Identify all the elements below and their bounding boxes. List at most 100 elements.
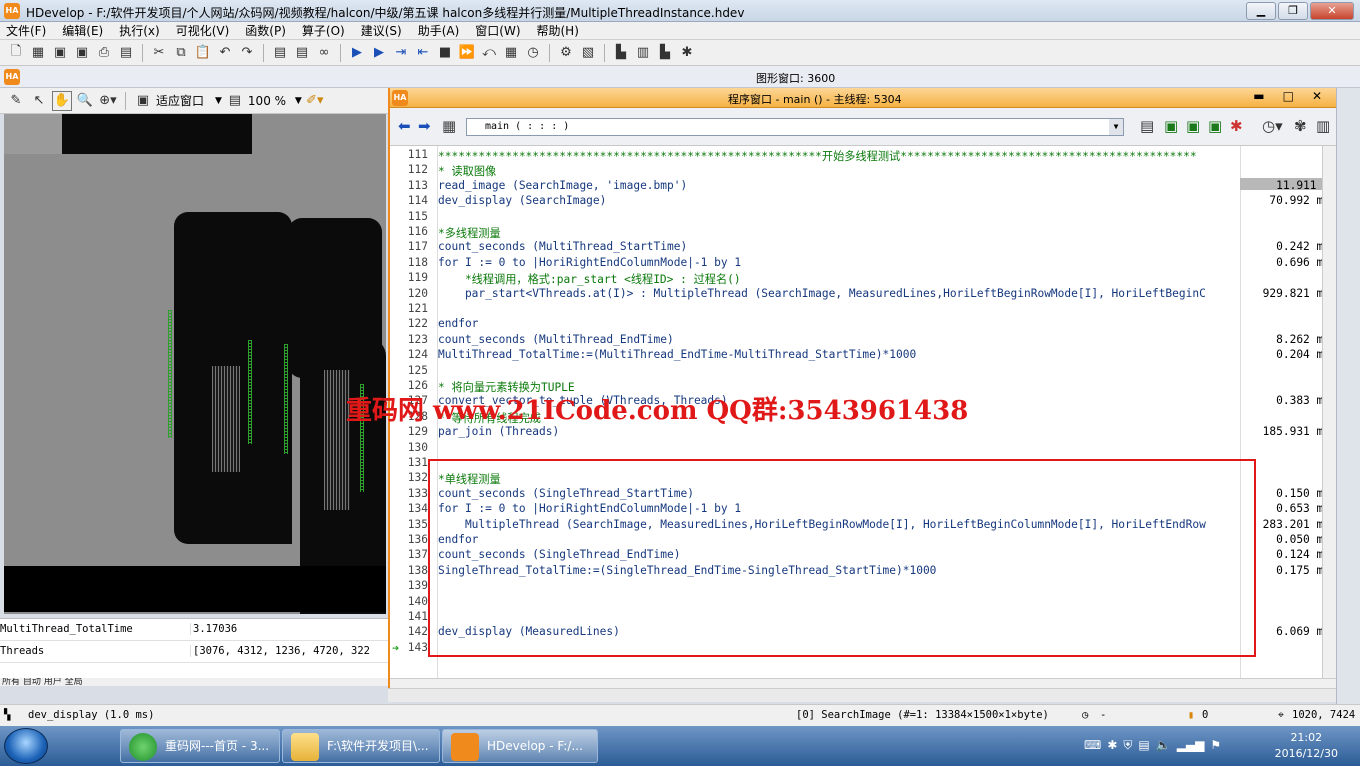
export-icon[interactable]: ▤	[116, 43, 136, 63]
line-number[interactable]: 139	[398, 579, 430, 592]
restore-button[interactable]: ❐	[1278, 2, 1308, 20]
fit-window-label[interactable]: 适应窗口	[156, 92, 212, 109]
code-line[interactable]: count_seconds (MultiThread_EndTime)	[438, 333, 1238, 346]
line-number[interactable]: 134	[398, 502, 430, 515]
graph-icon[interactable]: ▧	[578, 43, 598, 63]
line-number[interactable]: 124	[398, 348, 430, 361]
taskbar-item-explorer[interactable]: F:\软件开发项目\...	[282, 729, 440, 763]
print-icon[interactable]: ⎙	[94, 43, 114, 63]
code-line[interactable]: dev_display (SearchImage)	[438, 194, 1238, 207]
feature-icon[interactable]: ✱	[677, 43, 697, 63]
procedure-select[interactable]: main ( : : : ) ▼	[466, 118, 1124, 136]
timer-icon[interactable]: ◷	[523, 43, 543, 63]
menu-item[interactable]: 执行(x)	[119, 22, 159, 39]
line-number[interactable]: 132	[398, 471, 430, 484]
menu-item[interactable]: 助手(A)	[418, 22, 460, 39]
zoom-dropdown-icon[interactable]: ▼	[295, 96, 302, 106]
lower-horizontal-scrollbar[interactable]	[388, 688, 1336, 702]
run-icon[interactable]: ▶	[347, 43, 367, 63]
line-number[interactable]: 141	[398, 610, 430, 623]
menu-item[interactable]: 算子(O)	[302, 22, 345, 39]
line-number[interactable]: 111	[398, 148, 430, 161]
histogram-icon[interactable]: ▙	[611, 43, 631, 63]
bind-icon[interactable]: ∞	[314, 43, 334, 63]
line-number[interactable]: 129	[398, 425, 430, 438]
code-line[interactable]: par_join (Threads)	[438, 425, 1238, 438]
fit-window-icon[interactable]: ▣	[133, 91, 153, 111]
line-number[interactable]: 138	[398, 564, 430, 577]
menu-item[interactable]: 可视化(V)	[176, 22, 230, 39]
menu-item[interactable]: 函数(P)	[245, 22, 286, 39]
step-back-icon[interactable]: ⇤	[413, 43, 433, 63]
fit-dropdown-icon[interactable]: ▼	[215, 96, 222, 106]
chevron-down-icon[interactable]: ▼	[1109, 119, 1123, 135]
line-number[interactable]: 121	[398, 302, 430, 315]
line-number[interactable]: 125	[398, 364, 430, 377]
taskbar-item-hdevelop[interactable]: HDevelop - F:/...	[442, 729, 598, 763]
line-number[interactable]: 133	[398, 487, 430, 500]
shield-icon[interactable]: ⛨	[1123, 738, 1132, 753]
code-line[interactable]: par_start<VThreads.at(I)> : MultipleThre…	[438, 287, 1238, 300]
code-line[interactable]: ****************************************…	[438, 148, 1238, 164]
zoom-level-label[interactable]: 100 %	[248, 94, 292, 108]
hand-icon[interactable]: ✋	[52, 90, 72, 111]
line-number[interactable]: 143	[398, 641, 430, 654]
continue-icon[interactable]: ⏩	[457, 43, 477, 63]
zoom-code-icon[interactable]: ▣	[1186, 117, 1200, 135]
graphics-image[interactable]	[4, 114, 386, 614]
edit-icon[interactable]: ▣	[1164, 117, 1178, 135]
program-close-button[interactable]: ✕	[1312, 89, 1322, 103]
reset-icon[interactable]: ⤺	[479, 43, 499, 63]
filter-icon[interactable]: ▥	[1316, 117, 1330, 135]
forward-arrow-icon[interactable]: ➡	[418, 117, 431, 135]
taskbar-item-browser[interactable]: 重码网---首页 - 3...	[120, 729, 280, 763]
code-vertical-scrollbar[interactable]	[1322, 146, 1336, 686]
line-number[interactable]: 113	[398, 179, 430, 192]
cut-icon[interactable]: ✂	[149, 43, 169, 63]
procedure-icon[interactable]: ▦	[442, 117, 456, 135]
line-number[interactable]: 116	[398, 225, 430, 238]
flag-icon[interactable]: ⚑	[1210, 738, 1221, 753]
network-app-icon[interactable]: ✱	[1107, 738, 1117, 753]
code-line[interactable]: MultiThread_TotalTime:=(MultiThread_EndT…	[438, 348, 1238, 361]
back-arrow-icon[interactable]: ⬅	[398, 117, 411, 135]
code-line[interactable]: for I := 0 to |HoriRightEndColumnMode|-1…	[438, 256, 1238, 269]
stop-icon[interactable]: ■	[435, 43, 455, 63]
line-number[interactable]: 120	[398, 287, 430, 300]
code-horizontal-scrollbar[interactable]	[390, 678, 1336, 688]
gray-histogram-icon[interactable]: ▙	[655, 43, 675, 63]
undo-icon[interactable]: ↶	[215, 43, 235, 63]
save-all-icon[interactable]: ▣	[72, 43, 92, 63]
redo-icon[interactable]: ↷	[237, 43, 257, 63]
code-line[interactable]: count_seconds (MultiThread_StartTime)	[438, 240, 1238, 253]
menu-item[interactable]: 帮助(H)	[537, 22, 579, 39]
variable-row[interactable]: MultiThread_TotalTime 3.17036	[0, 619, 388, 641]
taskbar-clock[interactable]: 21:02 2016/12/30	[1275, 730, 1338, 762]
line-number[interactable]: 119	[398, 271, 430, 284]
minimize-button[interactable]: ▁	[1246, 2, 1276, 20]
start-button[interactable]	[4, 728, 48, 764]
code-line[interactable]: * 读取图像	[438, 163, 1238, 179]
draw-icon[interactable]: ✎	[6, 91, 26, 111]
program-maximize-button[interactable]: □	[1283, 89, 1294, 103]
clipboard-icon[interactable]: ▤	[1138, 738, 1149, 753]
open-icon[interactable]: ▦	[28, 43, 48, 63]
settings-icon[interactable]: ⚙	[556, 43, 576, 63]
close-button[interactable]: ✕	[1310, 2, 1354, 20]
tools-icon[interactable]: ✱	[1230, 117, 1243, 135]
menu-item[interactable]: 窗口(W)	[475, 22, 520, 39]
line-number[interactable]: 136	[398, 533, 430, 546]
line-number[interactable]: 123	[398, 333, 430, 346]
code-line[interactable]: read_image (SearchImage, 'image.bmp')	[438, 179, 1238, 192]
paste-icon[interactable]: 📋	[193, 43, 213, 63]
zoom-level-icon[interactable]: ▤	[225, 91, 245, 111]
insert-program-icon[interactable]: ▤	[292, 43, 312, 63]
line-number[interactable]: 122	[398, 317, 430, 330]
measure-icon[interactable]: ▥	[633, 43, 653, 63]
menu-item[interactable]: 建议(S)	[361, 22, 402, 39]
line-number[interactable]: 130	[398, 441, 430, 454]
settings-icon[interactable]: ▤	[1140, 117, 1154, 135]
new-file-icon[interactable]: 🗋	[6, 43, 26, 63]
variable-tabs[interactable]: 所有 自动 用户 全局	[0, 678, 388, 686]
save-icon[interactable]: ▣	[50, 43, 70, 63]
